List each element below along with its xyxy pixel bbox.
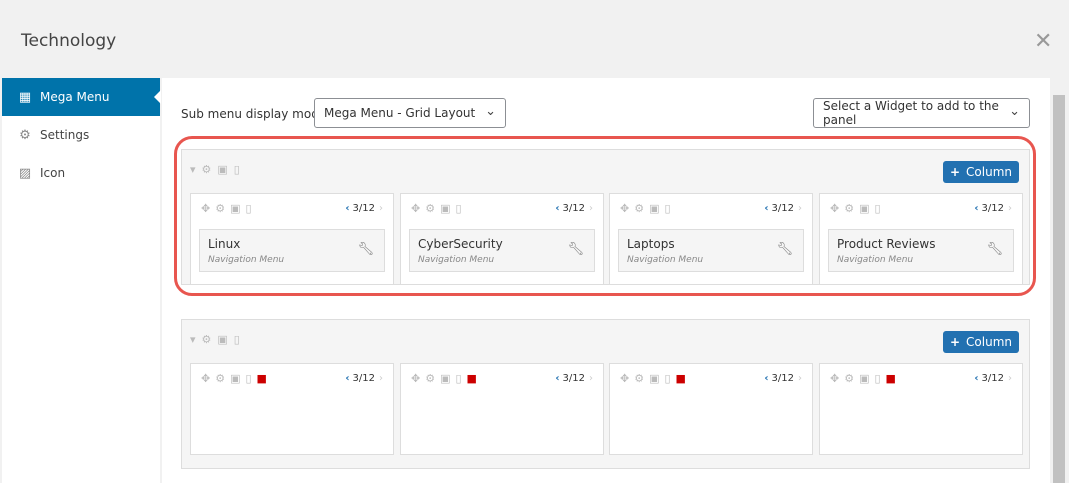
trash-icon[interactable]: ■ bbox=[257, 372, 272, 385]
row-2: ▾⚙▣▯ + Column ✥⚙▣▯■ ‹ 3/12 › ✥⚙▣▯■ ‹ 3/12 › ✥⚙▣… bbox=[181, 319, 1030, 469]
button-label: Column bbox=[966, 335, 1013, 349]
column: ✥⚙▣▯ ‹ 3/12 › Linux Navigation Menu 🔧︎ bbox=[190, 193, 394, 285]
sidebar-item-mega-menu[interactable]: ▦ Mega Menu bbox=[2, 78, 161, 116]
add-column-button[interactable]: + Column bbox=[943, 331, 1019, 353]
sidebar: ▦ Mega Menu ⚙ Settings ▨ Icon bbox=[2, 78, 161, 483]
wrench-icon[interactable]: 🔧︎ bbox=[567, 242, 584, 257]
width-value: 3/12 bbox=[981, 203, 1004, 214]
sidebar-item-label: Settings bbox=[40, 128, 90, 142]
grid-icon: ▦ bbox=[18, 89, 32, 105]
sidebar-item-label: Icon bbox=[40, 166, 66, 180]
widget-select[interactable]: Select a Widget to add to the panel ⌄ bbox=[813, 98, 1030, 128]
width-value: 3/12 bbox=[352, 203, 375, 214]
widget-title: Product Reviews bbox=[837, 237, 936, 251]
chevron-right-icon[interactable]: › bbox=[589, 203, 593, 214]
column-width[interactable]: ‹ 3/12 › bbox=[345, 373, 383, 384]
gear-icon: ⚙ bbox=[19, 127, 31, 143]
add-column-button[interactable]: + Column bbox=[943, 161, 1019, 183]
chevron-left-icon[interactable]: ‹ bbox=[345, 203, 349, 214]
column-width[interactable]: ‹ 3/12 › bbox=[764, 373, 802, 384]
column-width[interactable]: ‹ 3/12 › bbox=[764, 203, 802, 214]
row-1: ▾⚙▣▯ + Column ✥⚙▣▯ ‹ 3/12 › Linux Navigation… bbox=[181, 149, 1030, 285]
chevron-left-icon[interactable]: ‹ bbox=[555, 203, 559, 214]
column: ✥⚙▣▯■ ‹ 3/12 › bbox=[400, 363, 604, 455]
plus-icon: + bbox=[949, 335, 961, 349]
close-icon[interactable]: ✕ bbox=[1034, 29, 1052, 54]
display-mode-label: Sub menu display mode bbox=[181, 107, 327, 121]
chevron-left-icon[interactable]: ‹ bbox=[764, 203, 768, 214]
widget-title: CyberSecurity bbox=[418, 237, 503, 251]
trash-icon[interactable]: ■ bbox=[467, 372, 482, 385]
trash-icon[interactable]: ■ bbox=[676, 372, 691, 385]
widget[interactable]: Laptops Navigation Menu 🔧︎ bbox=[618, 229, 804, 272]
column-tools[interactable]: ✥⚙▣▯ bbox=[620, 202, 676, 215]
width-value: 3/12 bbox=[771, 203, 794, 214]
column-width[interactable]: ‹ 3/12 › bbox=[974, 373, 1012, 384]
chevron-left-icon[interactable]: ‹ bbox=[345, 373, 349, 384]
chevron-right-icon[interactable]: › bbox=[1008, 373, 1012, 384]
sidebar-item-label: Mega Menu bbox=[40, 90, 110, 104]
widget[interactable]: CyberSecurity Navigation Menu 🔧︎ bbox=[409, 229, 595, 272]
column-tools[interactable]: ✥⚙▣▯ bbox=[411, 202, 467, 215]
trash-icon[interactable]: ■ bbox=[886, 372, 901, 385]
widget-type: Navigation Menu bbox=[837, 255, 914, 265]
modal-title: Technology bbox=[21, 31, 117, 51]
column-tools[interactable]: ✥⚙▣▯ bbox=[201, 202, 257, 215]
column: ✥⚙▣▯ ‹ 3/12 › Product Reviews Navigation Me… bbox=[819, 193, 1023, 285]
sidebar-item-icon[interactable]: ▨ Icon bbox=[2, 154, 160, 192]
chevron-left-icon[interactable]: ‹ bbox=[764, 373, 768, 384]
widget[interactable]: Linux Navigation Menu 🔧︎ bbox=[199, 229, 385, 272]
column-width[interactable]: ‹ 3/12 › bbox=[974, 203, 1012, 214]
display-mode-value: Mega Menu - Grid Layout bbox=[324, 106, 476, 120]
column-tools[interactable]: ✥⚙▣▯■ bbox=[411, 372, 482, 385]
chevron-left-icon[interactable]: ‹ bbox=[974, 203, 978, 214]
widget-select-value: Select a Widget to add to the panel bbox=[823, 99, 999, 127]
widget-title: Laptops bbox=[627, 237, 675, 251]
row-tools[interactable]: ▾⚙▣▯ bbox=[190, 333, 246, 346]
column-width[interactable]: ‹ 3/12 › bbox=[555, 373, 593, 384]
width-value: 3/12 bbox=[562, 203, 585, 214]
wrench-icon[interactable]: 🔧︎ bbox=[776, 242, 793, 257]
chevron-right-icon[interactable]: › bbox=[1008, 203, 1012, 214]
column-width[interactable]: ‹ 3/12 › bbox=[345, 203, 383, 214]
column-tools[interactable]: ✥⚙▣▯■ bbox=[620, 372, 691, 385]
column: ✥⚙▣▯■ ‹ 3/12 › bbox=[190, 363, 394, 455]
chevron-down-icon: ⌄ bbox=[1009, 104, 1020, 119]
column: ✥⚙▣▯■ ‹ 3/12 › bbox=[609, 363, 813, 455]
chevron-down-icon: ⌄ bbox=[485, 104, 496, 119]
column: ✥⚙▣▯■ ‹ 3/12 › bbox=[819, 363, 1023, 455]
width-value: 3/12 bbox=[771, 373, 794, 384]
plus-icon: + bbox=[949, 165, 961, 179]
chevron-left-icon[interactable]: ‹ bbox=[555, 373, 559, 384]
column-tools[interactable]: ✥⚙▣▯ bbox=[830, 202, 886, 215]
row-tools[interactable]: ▾⚙▣▯ bbox=[190, 163, 246, 176]
column: ✥⚙▣▯ ‹ 3/12 › CyberSecurity Navigation Menu… bbox=[400, 193, 604, 285]
display-mode-select[interactable]: Mega Menu - Grid Layout ⌄ bbox=[314, 98, 506, 128]
image-icon: ▨ bbox=[18, 165, 32, 181]
column-tools[interactable]: ✥⚙▣▯■ bbox=[830, 372, 901, 385]
widget-title: Linux bbox=[208, 237, 241, 251]
widget-type: Navigation Menu bbox=[208, 255, 285, 265]
main-panel: Sub menu display mode Mega Menu - Grid L… bbox=[162, 78, 1050, 483]
width-value: 3/12 bbox=[562, 373, 585, 384]
chevron-left-icon[interactable]: ‹ bbox=[974, 373, 978, 384]
widget-type: Navigation Menu bbox=[418, 255, 495, 265]
chevron-right-icon[interactable]: › bbox=[379, 203, 383, 214]
scrollbar[interactable] bbox=[1053, 95, 1065, 483]
column-tools[interactable]: ✥⚙▣▯■ bbox=[201, 372, 272, 385]
width-value: 3/12 bbox=[981, 373, 1004, 384]
widget-type: Navigation Menu bbox=[627, 255, 704, 265]
column-width[interactable]: ‹ 3/12 › bbox=[555, 203, 593, 214]
wrench-icon[interactable]: 🔧︎ bbox=[357, 242, 374, 257]
column: ✥⚙▣▯ ‹ 3/12 › Laptops Navigation Menu 🔧︎ bbox=[609, 193, 813, 285]
sidebar-item-settings[interactable]: ⚙ Settings bbox=[2, 116, 160, 154]
wrench-icon[interactable]: 🔧︎ bbox=[986, 242, 1003, 257]
chevron-right-icon[interactable]: › bbox=[798, 203, 802, 214]
chevron-right-icon[interactable]: › bbox=[589, 373, 593, 384]
button-label: Column bbox=[966, 165, 1013, 179]
chevron-right-icon[interactable]: › bbox=[798, 373, 802, 384]
chevron-right-icon[interactable]: › bbox=[379, 373, 383, 384]
widget[interactable]: Product Reviews Navigation Menu 🔧︎ bbox=[828, 229, 1014, 272]
width-value: 3/12 bbox=[352, 373, 375, 384]
